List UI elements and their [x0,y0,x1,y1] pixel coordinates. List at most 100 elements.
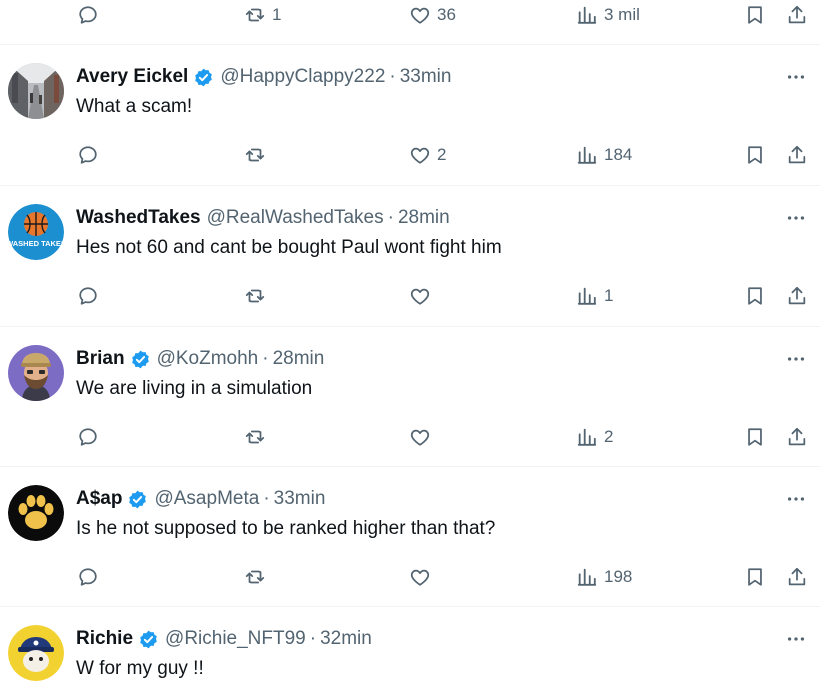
verified-badge-icon [138,629,159,650]
reply-icon [77,144,99,166]
repost-icon [244,4,266,26]
timestamp[interactable]: 33min [274,488,326,510]
post-text: W for my guy !! [76,658,204,679]
bookmark-icon [744,426,766,448]
separator-dot: · [309,628,317,649]
like-button[interactable]: 36 [409,0,456,30]
reply-button[interactable] [77,0,105,30]
user-handle[interactable]: @AsapMeta [154,488,259,510]
user-handle[interactable]: @RealWashedTakes [207,207,384,229]
display-name[interactable]: Brian [76,348,125,370]
repost-icon [244,285,266,307]
bookmark-icon [744,566,766,588]
like-button[interactable] [409,422,437,452]
reply-post[interactable]: A$ap @AsapMeta · 33min Is he not suppose… [0,467,820,608]
repost-button[interactable] [244,281,272,311]
views-button[interactable]: 2 [576,422,613,452]
more-options-icon[interactable] [785,207,807,229]
separator-dot: · [263,488,270,509]
repost-button[interactable] [244,422,272,452]
reply-post[interactable]: Richie @Richie_NFT99 · 32min W for my gu… [0,607,820,681]
post-actions: 2 184 [0,140,820,170]
post-header: Brian @KoZmohh · 28min [76,346,324,372]
bookmark-button[interactable] [744,0,766,30]
display-name[interactable]: Richie [76,628,133,650]
post-actions: 198 [0,562,820,592]
reply-post[interactable]: Brian @KoZmohh · 28min We are living in … [0,327,820,468]
display-name[interactable]: WashedTakes [76,207,201,229]
more-options-icon[interactable] [785,348,807,370]
heart-icon [409,4,431,26]
verified-badge-icon [193,67,214,88]
views-button[interactable]: 198 [576,562,632,592]
post-header: WashedTakes @RealWashedTakes · 28min [76,205,450,231]
avatar-logo-text: WASHED TAKES [8,239,64,248]
bookmark-button[interactable] [744,422,766,452]
more-options-icon[interactable] [785,488,807,510]
share-button[interactable] [786,281,808,311]
share-icon [786,426,808,448]
share-button[interactable] [786,562,808,592]
views-button[interactable]: 3 mil [576,0,640,30]
post-actions: 2 [0,422,820,452]
reply-button[interactable] [77,140,105,170]
user-handle[interactable]: @HappyClappy222 [220,66,385,88]
reply-icon [77,426,99,448]
reply-button[interactable] [77,422,105,452]
timestamp[interactable]: 33min [400,66,452,88]
separator-dot: · [262,348,269,369]
like-button[interactable] [409,562,437,592]
avatar[interactable]: WASHED TAKES [8,204,64,260]
user-handle[interactable]: @Richie_NFT99 [165,628,306,650]
heart-icon [409,426,431,448]
repost-icon [244,426,266,448]
reply-post[interactable]: WASHED TAKES WashedTakes @RealWashedTake… [0,186,820,327]
user-handle[interactable]: @KoZmohh [157,348,259,370]
bookmark-icon [744,4,766,26]
post-header: Richie @Richie_NFT99 · 32min [76,626,372,652]
bookmark-button[interactable] [744,562,766,592]
reply-button[interactable] [77,562,105,592]
like-button[interactable] [409,281,437,311]
post-text: What a scam! [76,96,193,117]
share-button[interactable] [786,422,808,452]
like-button[interactable]: 2 [409,140,446,170]
reply-button[interactable] [77,281,105,311]
pirate-cartoon-avatar-icon [8,625,64,681]
bookmark-icon [744,285,766,307]
views-button[interactable]: 184 [576,140,632,170]
repost-button[interactable]: 1 [244,0,281,30]
separator-dot: · [389,66,396,87]
reply-icon [77,285,99,307]
basketball-logo-avatar-icon: WASHED TAKES [8,204,64,260]
avatar[interactable] [8,63,64,119]
like-count: 36 [437,5,456,24]
separator-dot: · [387,207,394,228]
display-name[interactable]: A$ap [76,488,122,510]
display-name[interactable]: Avery Eickel [76,66,188,88]
share-button[interactable] [786,0,808,30]
timestamp[interactable]: 28min [398,207,450,229]
repost-button[interactable] [244,140,272,170]
views-count: 2 [604,427,614,446]
avatar[interactable] [8,485,64,541]
views-button[interactable]: 1 [576,281,613,311]
timestamp[interactable]: 32min [320,628,372,650]
share-icon [786,566,808,588]
avatar[interactable] [8,625,64,681]
heart-icon [409,144,431,166]
views-icon [576,144,598,166]
more-options-icon[interactable] [785,66,807,88]
avatar[interactable] [8,345,64,401]
more-options-icon[interactable] [785,628,807,650]
timestamp[interactable]: 28min [273,348,325,370]
views-count: 184 [604,145,633,164]
repost-button[interactable] [244,562,272,592]
views-count: 3 mil [604,5,640,24]
share-icon [786,285,808,307]
share-button[interactable] [786,140,808,170]
post-actions: 1 [0,281,820,311]
reply-post[interactable]: Avery Eickel @HappyClappy222 · 33min Wha… [0,45,820,186]
bookmark-button[interactable] [744,281,766,311]
bookmark-button[interactable] [744,140,766,170]
